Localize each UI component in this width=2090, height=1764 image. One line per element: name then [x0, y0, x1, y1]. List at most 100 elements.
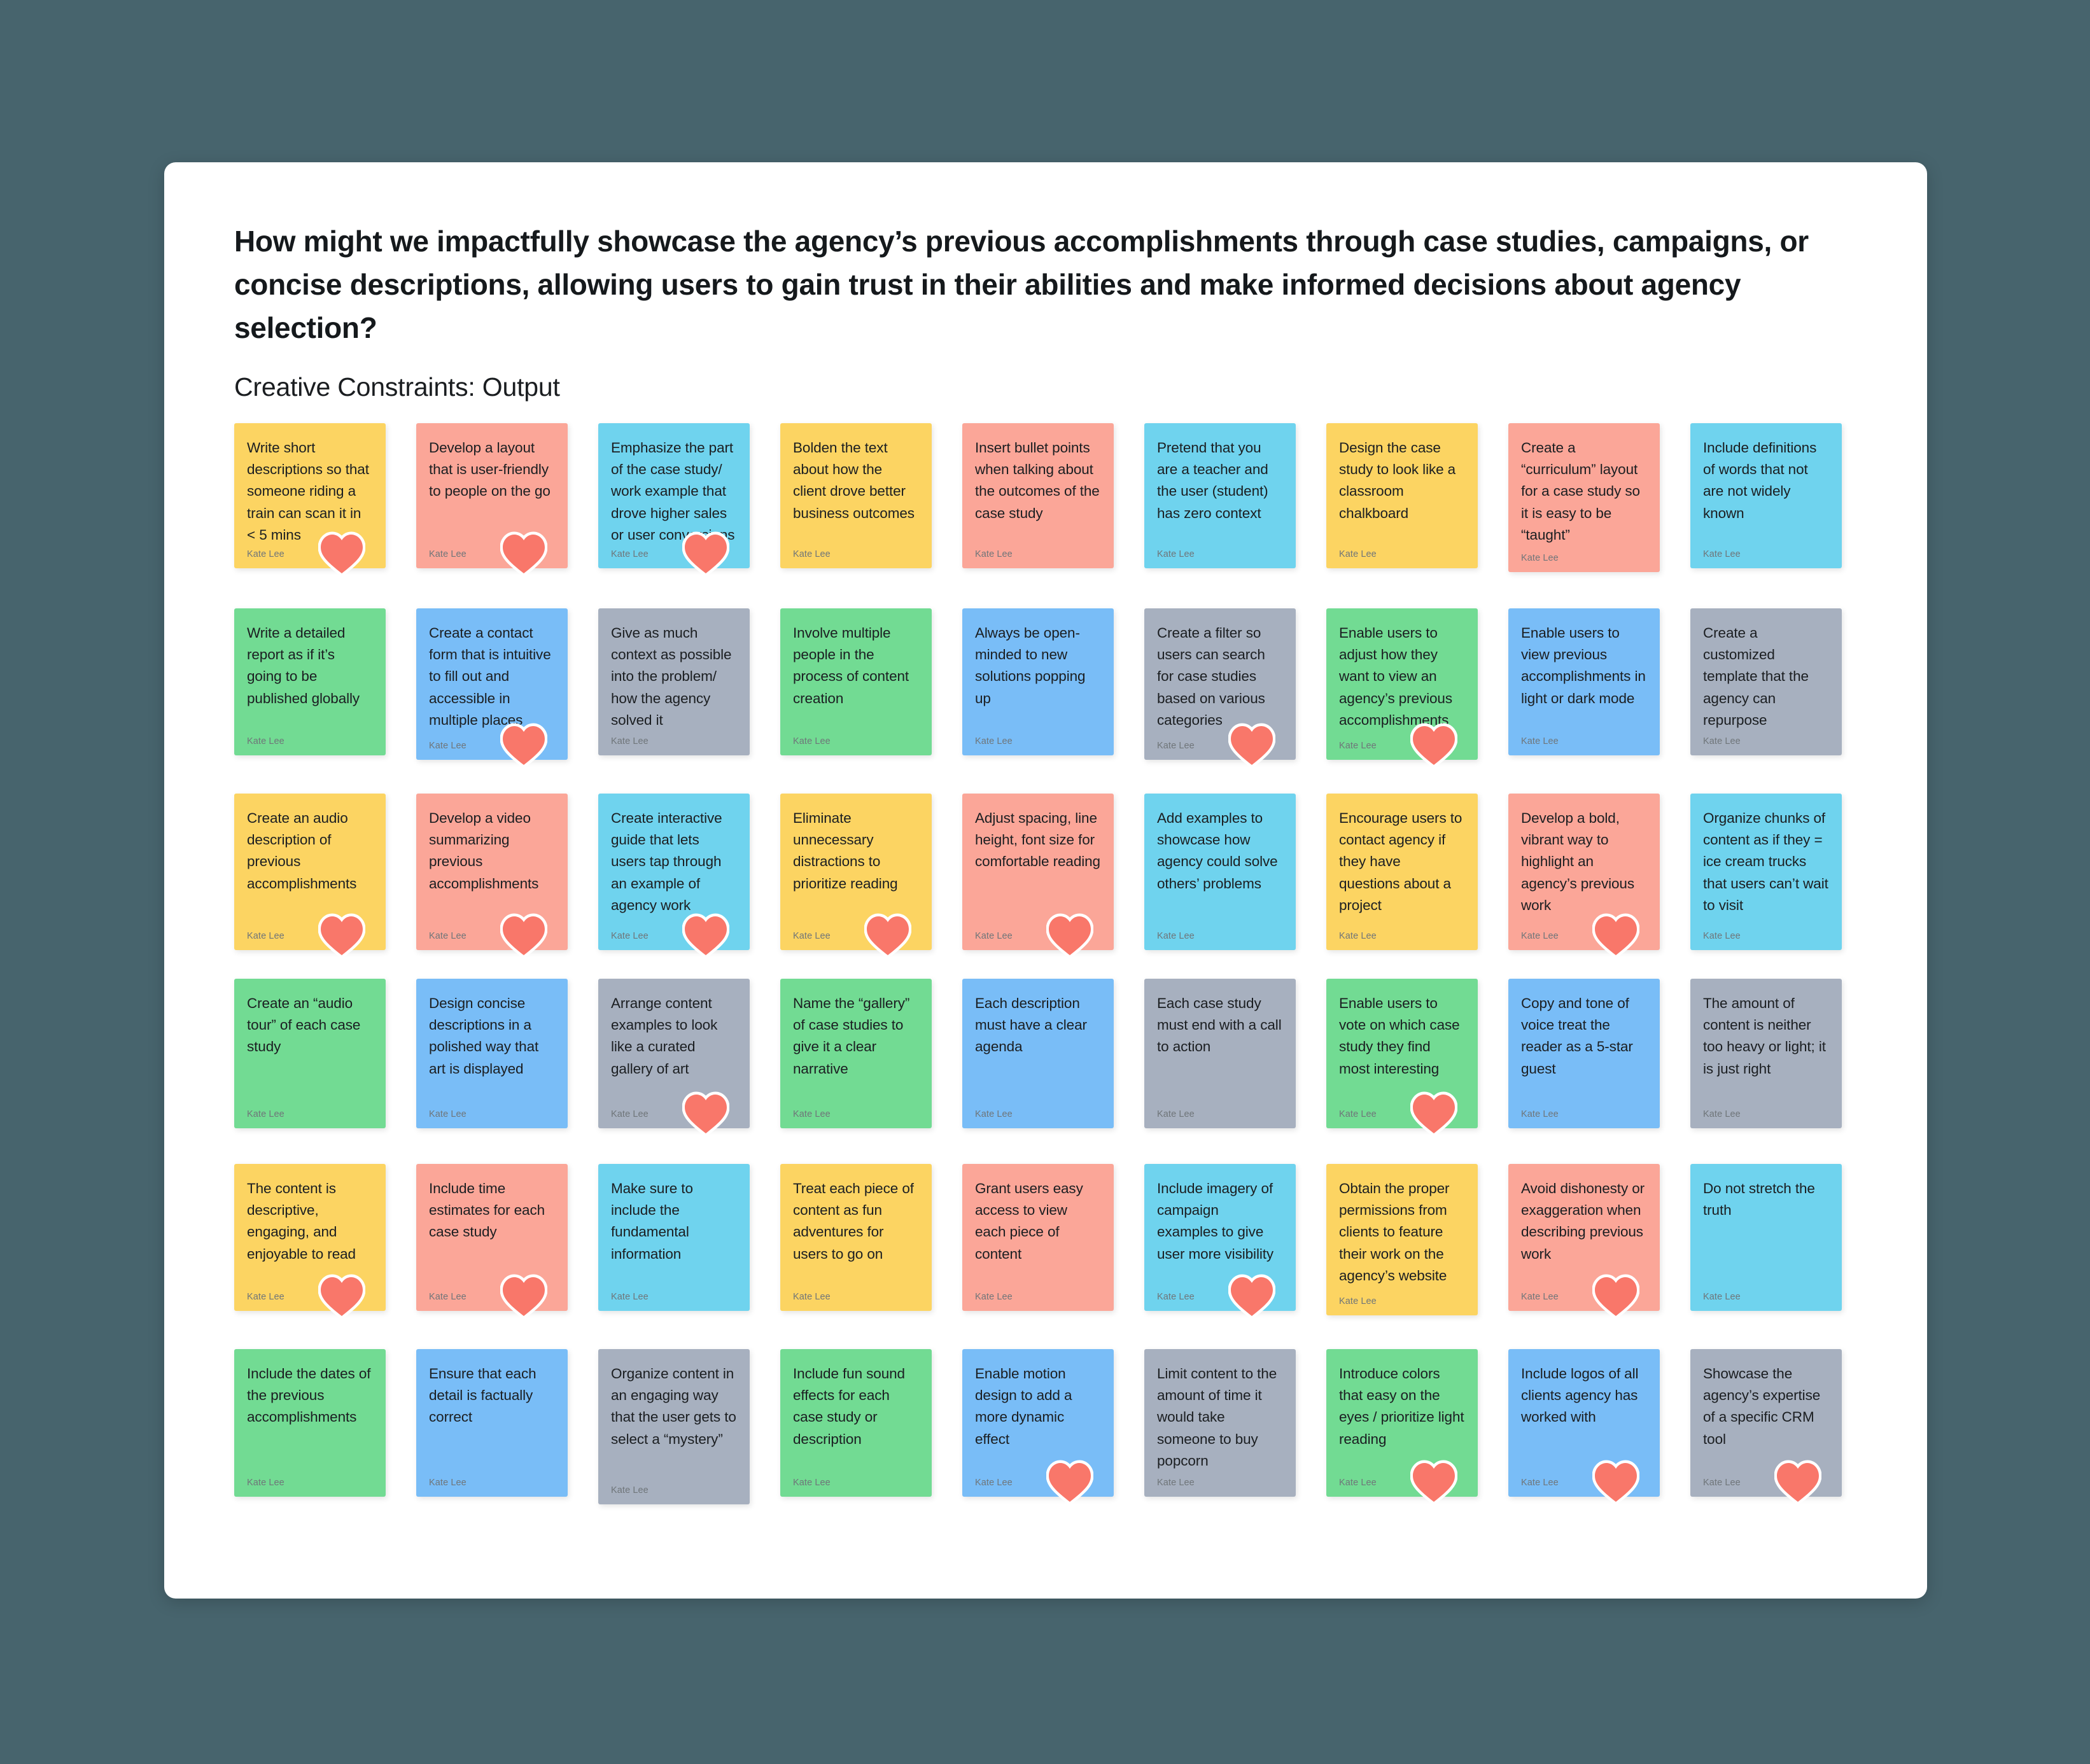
sticky-note[interactable]: Arrange content examples to look like a …	[598, 979, 750, 1137]
heart-icon[interactable]	[500, 1274, 548, 1319]
sticky-note[interactable]: Organize content in an engaging way that…	[598, 1349, 750, 1504]
sticky-note[interactable]: Design concise descriptions in a polishe…	[416, 979, 568, 1128]
sticky-note[interactable]: Pretend that you are a teacher and the u…	[1144, 423, 1296, 568]
sticky-note-author: Kate Lee	[429, 549, 466, 559]
sticky-note[interactable]: Create a customized template that the ag…	[1690, 608, 1842, 755]
sticky-note[interactable]: Create an audio description of previous …	[234, 794, 386, 958]
sticky-note[interactable]: Give as much context as possible into th…	[598, 608, 750, 755]
sticky-note-author: Kate Lee	[1703, 931, 1741, 941]
sticky-note-author: Kate Lee	[793, 549, 831, 559]
heart-icon[interactable]	[318, 913, 366, 958]
sticky-note[interactable]: Create a contact form that is intuitive …	[416, 608, 568, 768]
sticky-note[interactable]: Enable users to adjust how they want to …	[1326, 608, 1478, 768]
sticky-note-author: Kate Lee	[611, 1292, 649, 1302]
sticky-note-author: Kate Lee	[429, 1478, 466, 1488]
sticky-note-author: Kate Lee	[1703, 549, 1741, 559]
sticky-note-text: Organize chunks of content as if they = …	[1703, 810, 1828, 913]
sticky-note[interactable]: Ensure that each detail is factually cor…	[416, 1349, 568, 1497]
sticky-note[interactable]: Encourage users to contact agency if the…	[1326, 794, 1478, 950]
sticky-note[interactable]: Add examples to showcase how agency coul…	[1144, 794, 1296, 950]
sticky-note-author: Kate Lee	[1157, 1478, 1195, 1488]
sticky-note[interactable]: The content is descriptive, engaging, an…	[234, 1164, 386, 1319]
sticky-note[interactable]: Include the dates of the previous accomp…	[234, 1349, 386, 1497]
sticky-note[interactable]: Create a “curriculum” layout for a case …	[1508, 423, 1660, 572]
sticky-note[interactable]: Avoid dishonesty or exaggeration when de…	[1508, 1164, 1660, 1319]
sticky-note-author: Kate Lee	[611, 1485, 649, 1495]
sticky-note[interactable]: Name the “gallery” of case studies to gi…	[780, 979, 932, 1128]
heart-icon[interactable]	[1228, 1274, 1276, 1319]
sticky-note[interactable]: Introduce colors that easy on the eyes /…	[1326, 1349, 1478, 1505]
sticky-note[interactable]: Include time estimates for each case stu…	[416, 1164, 568, 1319]
sticky-note[interactable]: Always be open-minded to new solutions p…	[962, 608, 1114, 755]
sticky-note[interactable]: Include definitions of words that not ar…	[1690, 423, 1842, 568]
sticky-note-text: Copy and tone of voice treat the reader …	[1521, 995, 1633, 1077]
sticky-note[interactable]: Treat each piece of content as fun adven…	[780, 1164, 932, 1311]
heart-icon[interactable]	[1046, 1460, 1094, 1505]
sticky-note-text: Enable users to view previous accomplish…	[1521, 625, 1646, 706]
sticky-note[interactable]: Insert bullet points when talking about …	[962, 423, 1114, 568]
sticky-note[interactable]: The amount of content is neither too hea…	[1690, 979, 1842, 1128]
heart-icon[interactable]	[500, 531, 548, 577]
sticky-note[interactable]: Bolden the text about how the client dro…	[780, 423, 932, 568]
sticky-note[interactable]: Enable motion design to add a more dynam…	[962, 1349, 1114, 1505]
sticky-note-text: Enable users to adjust how they want to …	[1339, 625, 1452, 728]
sticky-note[interactable]: Organize chunks of content as if they = …	[1690, 794, 1842, 950]
sticky-note-row: The content is descriptive, engaging, an…	[234, 1164, 1863, 1349]
heart-icon[interactable]	[500, 913, 548, 958]
sticky-note[interactable]: Include fun sound effects for each case …	[780, 1349, 932, 1497]
sticky-note-author: Kate Lee	[1157, 741, 1195, 751]
heart-icon[interactable]	[1592, 1274, 1640, 1319]
sticky-note-author: Kate Lee	[793, 1478, 831, 1488]
sticky-note[interactable]: Obtain the proper permissions from clien…	[1326, 1164, 1478, 1315]
sticky-note[interactable]: Each case study must end with a call to …	[1144, 979, 1296, 1128]
sticky-note[interactable]: Develop a video summarizing previous acc…	[416, 794, 568, 958]
sticky-note[interactable]: Make sure to include the fundamental inf…	[598, 1164, 750, 1311]
sticky-note-text: Create interactive guide that lets users…	[611, 810, 722, 913]
sticky-note-author: Kate Lee	[611, 736, 649, 746]
sticky-note-text: Grant users easy access to view each pie…	[975, 1180, 1083, 1262]
sticky-note[interactable]: Involve multiple people in the process o…	[780, 608, 932, 755]
sticky-note-author: Kate Lee	[611, 1109, 649, 1119]
sticky-note[interactable]: Design the case study to look like a cla…	[1326, 423, 1478, 568]
sticky-note[interactable]: Each description must have a clear agend…	[962, 979, 1114, 1128]
sticky-note[interactable]: Enable users to view previous accomplish…	[1508, 608, 1660, 755]
sticky-note[interactable]: Enable users to vote on which case study…	[1326, 979, 1478, 1137]
heart-icon[interactable]	[682, 913, 730, 958]
heart-icon[interactable]	[1410, 1091, 1458, 1137]
sticky-note-author: Kate Lee	[1703, 1478, 1741, 1488]
sticky-note-author: Kate Lee	[1157, 931, 1195, 941]
sticky-note-text: Obtain the proper permissions from clien…	[1339, 1180, 1450, 1284]
heart-icon[interactable]	[318, 1274, 366, 1319]
sticky-note[interactable]: Develop a layout that is user-friendly t…	[416, 423, 568, 577]
sticky-note[interactable]: Create an “audio tour” of each case stud…	[234, 979, 386, 1128]
sticky-note[interactable]: Emphasize the part of the case study/ wo…	[598, 423, 750, 577]
sticky-note-row: Include the dates of the previous accomp…	[234, 1349, 1863, 1534]
sticky-note[interactable]: Write short descriptions so that someone…	[234, 423, 386, 577]
sticky-note[interactable]: Grant users easy access to view each pie…	[962, 1164, 1114, 1311]
sticky-note[interactable]: Do not stretch the truth Kate Lee	[1690, 1164, 1842, 1311]
heart-icon[interactable]	[1046, 913, 1094, 958]
sticky-note[interactable]: Include imagery of campaign examples to …	[1144, 1164, 1296, 1319]
sticky-note[interactable]: Develop a bold, vibrant way to highlight…	[1508, 794, 1660, 958]
heart-icon[interactable]	[1410, 1460, 1458, 1505]
heart-icon[interactable]	[1592, 1460, 1640, 1505]
sticky-note-author: Kate Lee	[611, 549, 649, 559]
heart-icon[interactable]	[1592, 913, 1640, 958]
sticky-note-author: Kate Lee	[1339, 1478, 1377, 1488]
sticky-note[interactable]: Adjust spacing, line height, font size f…	[962, 794, 1114, 958]
heart-icon[interactable]	[864, 913, 912, 958]
sticky-note-author: Kate Lee	[1339, 931, 1377, 941]
sticky-note-author: Kate Lee	[1339, 1109, 1377, 1119]
sticky-note[interactable]: Create interactive guide that lets users…	[598, 794, 750, 958]
sticky-note[interactable]: Eliminate unnecessary distractions to pr…	[780, 794, 932, 958]
sticky-note[interactable]: Create a filter so users can search for …	[1144, 608, 1296, 768]
heart-icon[interactable]	[682, 1091, 730, 1137]
heart-icon[interactable]	[1774, 1460, 1822, 1505]
sticky-note[interactable]: Copy and tone of voice treat the reader …	[1508, 979, 1660, 1128]
sticky-note[interactable]: Include logos of all clients agency has …	[1508, 1349, 1660, 1505]
sticky-note-text: Eliminate unnecessary distractions to pr…	[793, 810, 898, 892]
sticky-note[interactable]: Write a detailed report as if it’s going…	[234, 608, 386, 755]
sticky-note[interactable]: Limit content to the amount of time it w…	[1144, 1349, 1296, 1497]
sticky-note-author: Kate Lee	[1339, 741, 1377, 751]
sticky-note[interactable]: Showcase the agency’s expertise of a spe…	[1690, 1349, 1842, 1505]
